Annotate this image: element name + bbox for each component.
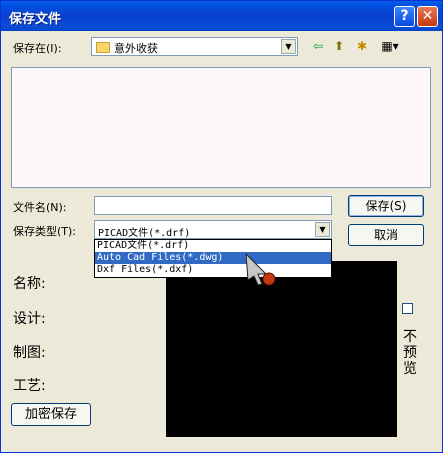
file-name-input[interactable] — [94, 196, 332, 215]
mouse-cursor-icon — [245, 252, 276, 286]
save-in-label: 保存在(I): — [13, 42, 62, 55]
save-type-label: 保存类型(T): — [13, 225, 77, 238]
up-folder-icon[interactable]: ⬆ — [330, 38, 348, 54]
cancel-button[interactable]: 取消 — [348, 224, 424, 246]
folder-icon — [96, 42, 110, 53]
dropdown-option-selected[interactable]: Auto Cad Files(*.dwg) — [95, 252, 331, 264]
chevron-down-icon[interactable]: ▼ — [281, 39, 296, 54]
title-bar: 保存文件 ? ✕ — [1, 1, 442, 31]
info-name-label: 名称: — [13, 276, 46, 292]
back-icon[interactable]: ⇦ — [309, 38, 327, 54]
chevron-down-icon[interactable]: ▼ — [315, 222, 330, 237]
preview-pane — [166, 261, 397, 437]
encrypt-save-button[interactable]: 加密保存 — [11, 403, 91, 426]
dropdown-option[interactable]: PICAD文件(*.drf) — [95, 240, 331, 252]
window-title: 保存文件 — [9, 12, 62, 27]
view-menu-icon[interactable]: ▦▾ — [377, 38, 403, 54]
save-in-value: 意外收获 — [114, 42, 158, 55]
no-preview-label: 不预览 — [403, 329, 417, 377]
file-name-label: 文件名(N): — [13, 201, 67, 214]
dropdown-option[interactable]: Dxf Files(*.dxf) — [95, 264, 331, 276]
close-button[interactable]: ✕ — [417, 6, 438, 27]
save-type-value: PICAD文件(*.drf) — [98, 228, 191, 239]
info-draft-label: 制图: — [13, 345, 46, 361]
save-type-dropdown-list[interactable]: PICAD文件(*.drf) Auto Cad Files(*.dwg) Dxf… — [94, 239, 332, 278]
file-list[interactable] — [11, 67, 431, 188]
no-preview-checkbox[interactable] — [402, 303, 413, 314]
save-file-dialog: 保存文件 ? ✕ 保存在(I): 意外收获 ▼ ⇦ ⬆ ✱ ▦▾ 文件名(N):… — [0, 0, 443, 453]
info-design-label: 设计: — [13, 311, 46, 327]
save-button[interactable]: 保存(S) — [348, 195, 424, 217]
save-in-combo[interactable]: 意外收获 ▼ — [91, 37, 298, 56]
info-craft-label: 工艺: — [13, 378, 46, 394]
help-button[interactable]: ? — [394, 6, 415, 27]
save-type-combo[interactable]: PICAD文件(*.drf) ▼ — [94, 220, 332, 239]
new-folder-icon[interactable]: ✱ — [353, 38, 371, 54]
